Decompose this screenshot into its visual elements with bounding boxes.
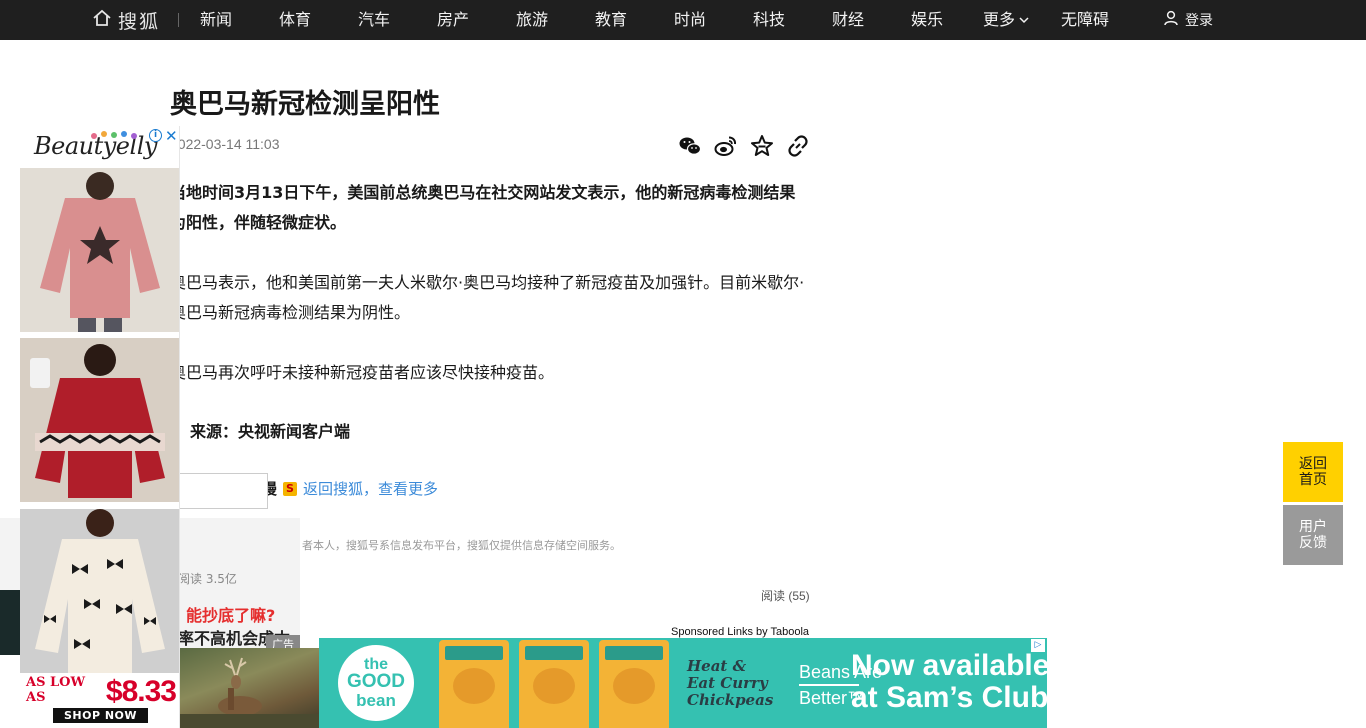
back-to-home-button[interactable]: 返回 首页 (1283, 442, 1343, 502)
slogan-underline (799, 684, 859, 686)
nav-item-tech[interactable]: 科技 (753, 0, 785, 40)
login-label: 登录 (1185, 13, 1213, 29)
left-skyscraper-ad[interactable]: Beautyelly i ✕ AS LOW AS $8.33 SHOP NOW (20, 126, 180, 728)
user-icon (1163, 10, 1179, 30)
article-paragraph: 奥巴马再次呼吁未接种新冠疫苗者应该尽快接种疫苗。 (170, 363, 555, 382)
bottom-banner-ad[interactable]: the GOOD bean Heat & Eat Curry Chickpeas… (319, 638, 1047, 728)
top-nav-bar: 搜狐 新闻 体育 汽车 房产 旅游 教育 时尚 科技 财经 娱乐 更多 无障碍 … (0, 0, 1366, 40)
headline-line: at Sam’s Club! (851, 681, 1047, 714)
nav-item-accessibility[interactable]: 无障碍 (1061, 0, 1109, 40)
feedback-button-line: 用户 (1299, 519, 1327, 535)
article-paragraph: 奥巴马表示，他和美国前第一夫人米歇尔·奥巴马均接种了新冠疫苗及加强针。目前米歇尔… (170, 273, 805, 322)
ad-stats: 阅读 3.5亿 (178, 572, 237, 586)
weibo-icon[interactable] (714, 134, 738, 158)
product-image-pink-sweater[interactable] (20, 168, 179, 332)
good-bean-logo: the GOOD bean (338, 645, 414, 721)
back-to-sohu-row: 漫 S 返回搜狐，查看更多 (262, 478, 438, 499)
ad-info-icon[interactable]: i (149, 129, 162, 142)
partial-search-box[interactable] (176, 473, 268, 509)
home-button-line: 返回 (1299, 456, 1327, 472)
sohu-s-icon: S (283, 481, 298, 496)
product-pouch-image (439, 640, 509, 728)
partial-ad-image (0, 590, 22, 655)
favorite-star-icon[interactable] (750, 134, 774, 158)
product-image-red-hoodie[interactable] (20, 338, 179, 502)
headline-line: Now available (851, 649, 1047, 682)
tagline-line: Chickpeas (687, 691, 774, 709)
product-pouch-image (519, 640, 589, 728)
nav-item-realestate[interactable]: 房产 (437, 0, 469, 40)
nav-item-auto[interactable]: 汽车 (358, 0, 390, 40)
sohu-logo[interactable]: 搜狐 (92, 0, 160, 40)
product-tagline: Heat & Eat Curry Chickpeas (687, 658, 773, 709)
nav-divider (178, 13, 179, 27)
nav-item-education[interactable]: 教育 (595, 0, 627, 40)
as-low-as-label: AS LOW AS (26, 675, 86, 705)
chevron-down-icon (1019, 0, 1029, 40)
feedback-button-line: 反馈 (1299, 535, 1327, 551)
read-count: 阅读 (55) (761, 589, 810, 603)
sponsored-links-label[interactable]: Sponsored Links by Taboola (671, 626, 809, 638)
copy-link-icon[interactable] (786, 134, 810, 158)
ad-choices-icon[interactable]: ▷ (1031, 639, 1045, 652)
sohu-logo-text: 搜狐 (118, 10, 161, 33)
logo-line: bean (356, 691, 396, 710)
article-source: 来源：央视新闻客户端 (190, 422, 351, 441)
login-button[interactable]: 登录 (1163, 0, 1213, 40)
nav-more-menu[interactable]: 更多 (983, 0, 1029, 40)
price-value: $8.33 (105, 675, 177, 708)
price-row: AS LOW AS $8.33 (26, 673, 177, 709)
product-pouch-image (599, 640, 669, 728)
wechat-icon[interactable] (678, 134, 702, 158)
nav-item-finance[interactable]: 财经 (832, 0, 864, 40)
article-lead-paragraph: 当地时间3月13日下午，美国前总统奥巴马在社交网站发文表示，他的新冠病毒检测结果… (170, 183, 796, 232)
tagline-line: Heat & (687, 657, 747, 675)
article-title: 奥巴马新冠检测呈阳性 (170, 89, 440, 120)
shop-now-button[interactable]: SHOP NOW (53, 708, 148, 723)
home-button-line: 首页 (1299, 472, 1327, 488)
nav-item-entertainment[interactable]: 娱乐 (911, 0, 943, 40)
home-icon (92, 8, 112, 32)
close-icon[interactable]: ✕ (165, 127, 178, 145)
product-image-bow-sweater[interactable] (20, 509, 179, 673)
nav-item-sports[interactable]: 体育 (279, 0, 311, 40)
tagline-line: Eat Curry (687, 674, 768, 692)
nav-item-news[interactable]: 新闻 (200, 0, 232, 40)
disclaimer-text: 者本人，搜狐号系信息发布平台，搜狐仅提供信息存储空间服务。 (302, 539, 621, 552)
back-to-sohu-link[interactable]: 返回搜狐，查看更多 (303, 478, 438, 499)
publish-time: 2022-03-14 11:03 (170, 136, 280, 152)
logo-line: GOOD (346, 671, 406, 692)
user-feedback-button[interactable]: 用户 反馈 (1283, 505, 1343, 565)
share-bar (678, 134, 810, 158)
nav-item-fashion[interactable]: 时尚 (674, 0, 706, 40)
nav-more-label: 更多 (983, 10, 1016, 29)
banner-headline: Now available at Sam’s Club! (851, 650, 1047, 714)
deer-photo[interactable] (180, 648, 319, 728)
ad-question: 能抄底了嘛? (186, 606, 276, 625)
nav-item-travel[interactable]: 旅游 (516, 0, 548, 40)
